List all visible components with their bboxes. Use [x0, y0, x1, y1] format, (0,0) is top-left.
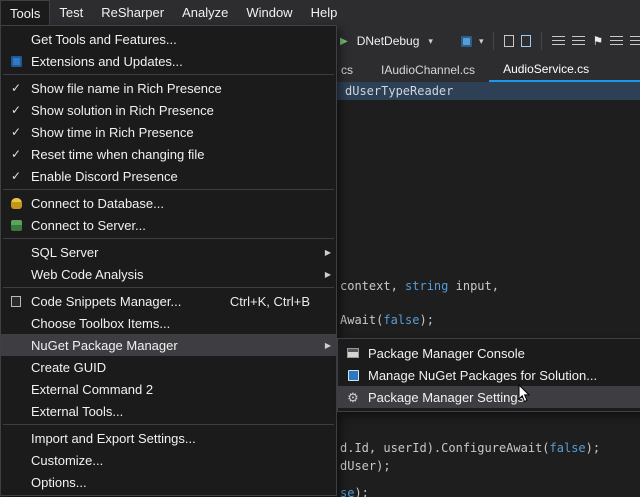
menu-item-nuget-package-manager[interactable]: NuGet Package Manager ▶ [1, 334, 336, 356]
gear-icon: ⚙ [347, 391, 359, 404]
menu-item-show-file-name[interactable]: ✓ Show file name in Rich Presence [1, 77, 336, 99]
menu-separator [3, 424, 334, 425]
toolbar-separator [541, 32, 542, 50]
menu-item-show-time[interactable]: ✓ Show time in Rich Presence [1, 121, 336, 143]
menu-item-web-code-analysis[interactable]: Web Code Analysis ▶ [1, 263, 336, 285]
code-line: context, string input, [340, 279, 499, 293]
checkmark-icon: ✓ [11, 148, 21, 160]
extensions-icon [11, 56, 22, 67]
menu-item-customize[interactable]: Customize... [1, 449, 336, 471]
shortcut-label: Ctrl+K, Ctrl+B [230, 294, 336, 309]
snippets-icon [11, 296, 21, 307]
menu-help[interactable]: Help [302, 0, 347, 25]
selected-line-text: dUserTypeReader [345, 84, 453, 98]
menu-item-sql-server[interactable]: SQL Server ▶ [1, 241, 336, 263]
checkmark-icon: ✓ [11, 126, 21, 138]
document-icon[interactable] [504, 35, 514, 47]
submenu-arrow-icon: ▶ [325, 341, 336, 350]
menu-item-connect-to-database[interactable]: Connect to Database... [1, 192, 336, 214]
submenu-arrow-icon: ▶ [325, 270, 336, 279]
menu-item-external-command-2[interactable]: External Command 2 [1, 378, 336, 400]
comment-lines-icon[interactable] [610, 36, 623, 46]
nuget-submenu: Package Manager Console Manage NuGet Pac… [337, 338, 640, 412]
menu-item-get-tools-and-features[interactable]: Get Tools and Features... [1, 28, 336, 50]
submenu-item-manage-nuget-packages[interactable]: Manage NuGet Packages for Solution... [338, 364, 640, 386]
mouse-cursor [518, 384, 532, 404]
indent-decrease-icon[interactable] [552, 36, 565, 46]
run-config-label[interactable]: DNetDebug [357, 34, 420, 48]
menu-separator [3, 189, 334, 190]
bookmark-icon[interactable]: ⚑ [592, 35, 603, 47]
code-line: se); [340, 486, 369, 497]
code-line: d.Id, userId).ConfigureAwait(false); [340, 441, 600, 455]
menu-item-connect-to-server[interactable]: Connect to Server... [1, 214, 336, 236]
tab-partial-file[interactable]: cs [341, 57, 367, 82]
menu-separator [3, 287, 334, 288]
toolbar-separator [493, 32, 494, 50]
menu-analyze[interactable]: Analyze [173, 0, 237, 25]
start-debug-icon[interactable]: ▶ [340, 36, 348, 47]
checkmark-icon: ✓ [11, 104, 21, 116]
tab-iaudiochannel[interactable]: IAudioChannel.cs [367, 57, 489, 82]
menu-item-extensions-and-updates[interactable]: Extensions and Updates... [1, 50, 336, 72]
tools-menu: Get Tools and Features... Extensions and… [0, 25, 337, 496]
tab-label: IAudioChannel.cs [381, 63, 475, 77]
menu-item-import-export-settings[interactable]: Import and Export Settings... [1, 427, 336, 449]
server-icon [11, 220, 22, 231]
submenu-arrow-icon: ▶ [325, 248, 336, 257]
document-preview-icon[interactable] [521, 35, 531, 47]
selected-line: dUserTypeReader [337, 82, 640, 100]
attach-to-process-icon[interactable] [461, 36, 472, 47]
menu-item-choose-toolbox-items[interactable]: Choose Toolbox Items... [1, 312, 336, 334]
visual-studio-window: Tools Test ReSharper Analyze Window Help… [0, 0, 640, 497]
console-icon [347, 348, 359, 358]
chevron-down-icon[interactable]: ▾ [428, 36, 433, 47]
chevron-down-icon[interactable]: ▾ [479, 36, 484, 47]
code-line: Await(false); [340, 313, 434, 327]
menu-item-show-solution[interactable]: ✓ Show solution in Rich Presence [1, 99, 336, 121]
checkmark-icon: ✓ [11, 170, 21, 182]
menu-separator [3, 238, 334, 239]
submenu-item-package-manager-settings[interactable]: ⚙ Package Manager Settings [338, 386, 640, 408]
tab-label: cs [341, 63, 353, 77]
indent-increase-icon[interactable] [572, 36, 585, 46]
checkmark-icon: ✓ [11, 82, 21, 94]
menu-test[interactable]: Test [50, 0, 92, 25]
uncomment-lines-icon[interactable] [630, 36, 640, 46]
menu-item-options[interactable]: Options... [1, 471, 336, 493]
database-icon [11, 198, 22, 209]
packages-icon [348, 370, 359, 381]
menu-item-external-tools[interactable]: External Tools... [1, 400, 336, 422]
menu-resharper[interactable]: ReSharper [92, 0, 173, 25]
menu-item-reset-time[interactable]: ✓ Reset time when changing file [1, 143, 336, 165]
menu-item-create-guid[interactable]: Create GUID [1, 356, 336, 378]
submenu-item-package-manager-console[interactable]: Package Manager Console [338, 342, 640, 364]
menu-separator [3, 74, 334, 75]
menu-item-code-snippets-manager[interactable]: Code Snippets Manager... Ctrl+K, Ctrl+B [1, 290, 336, 312]
tab-audioservice[interactable]: AudioService.cs [489, 57, 640, 82]
menu-tools[interactable]: Tools [0, 0, 50, 25]
tab-label: AudioService.cs [503, 62, 589, 76]
menu-item-enable-discord-presence[interactable]: ✓ Enable Discord Presence [1, 165, 336, 187]
menu-window[interactable]: Window [237, 0, 301, 25]
code-line: dUser); [340, 459, 391, 473]
menu-bar: Tools Test ReSharper Analyze Window Help [0, 0, 640, 25]
